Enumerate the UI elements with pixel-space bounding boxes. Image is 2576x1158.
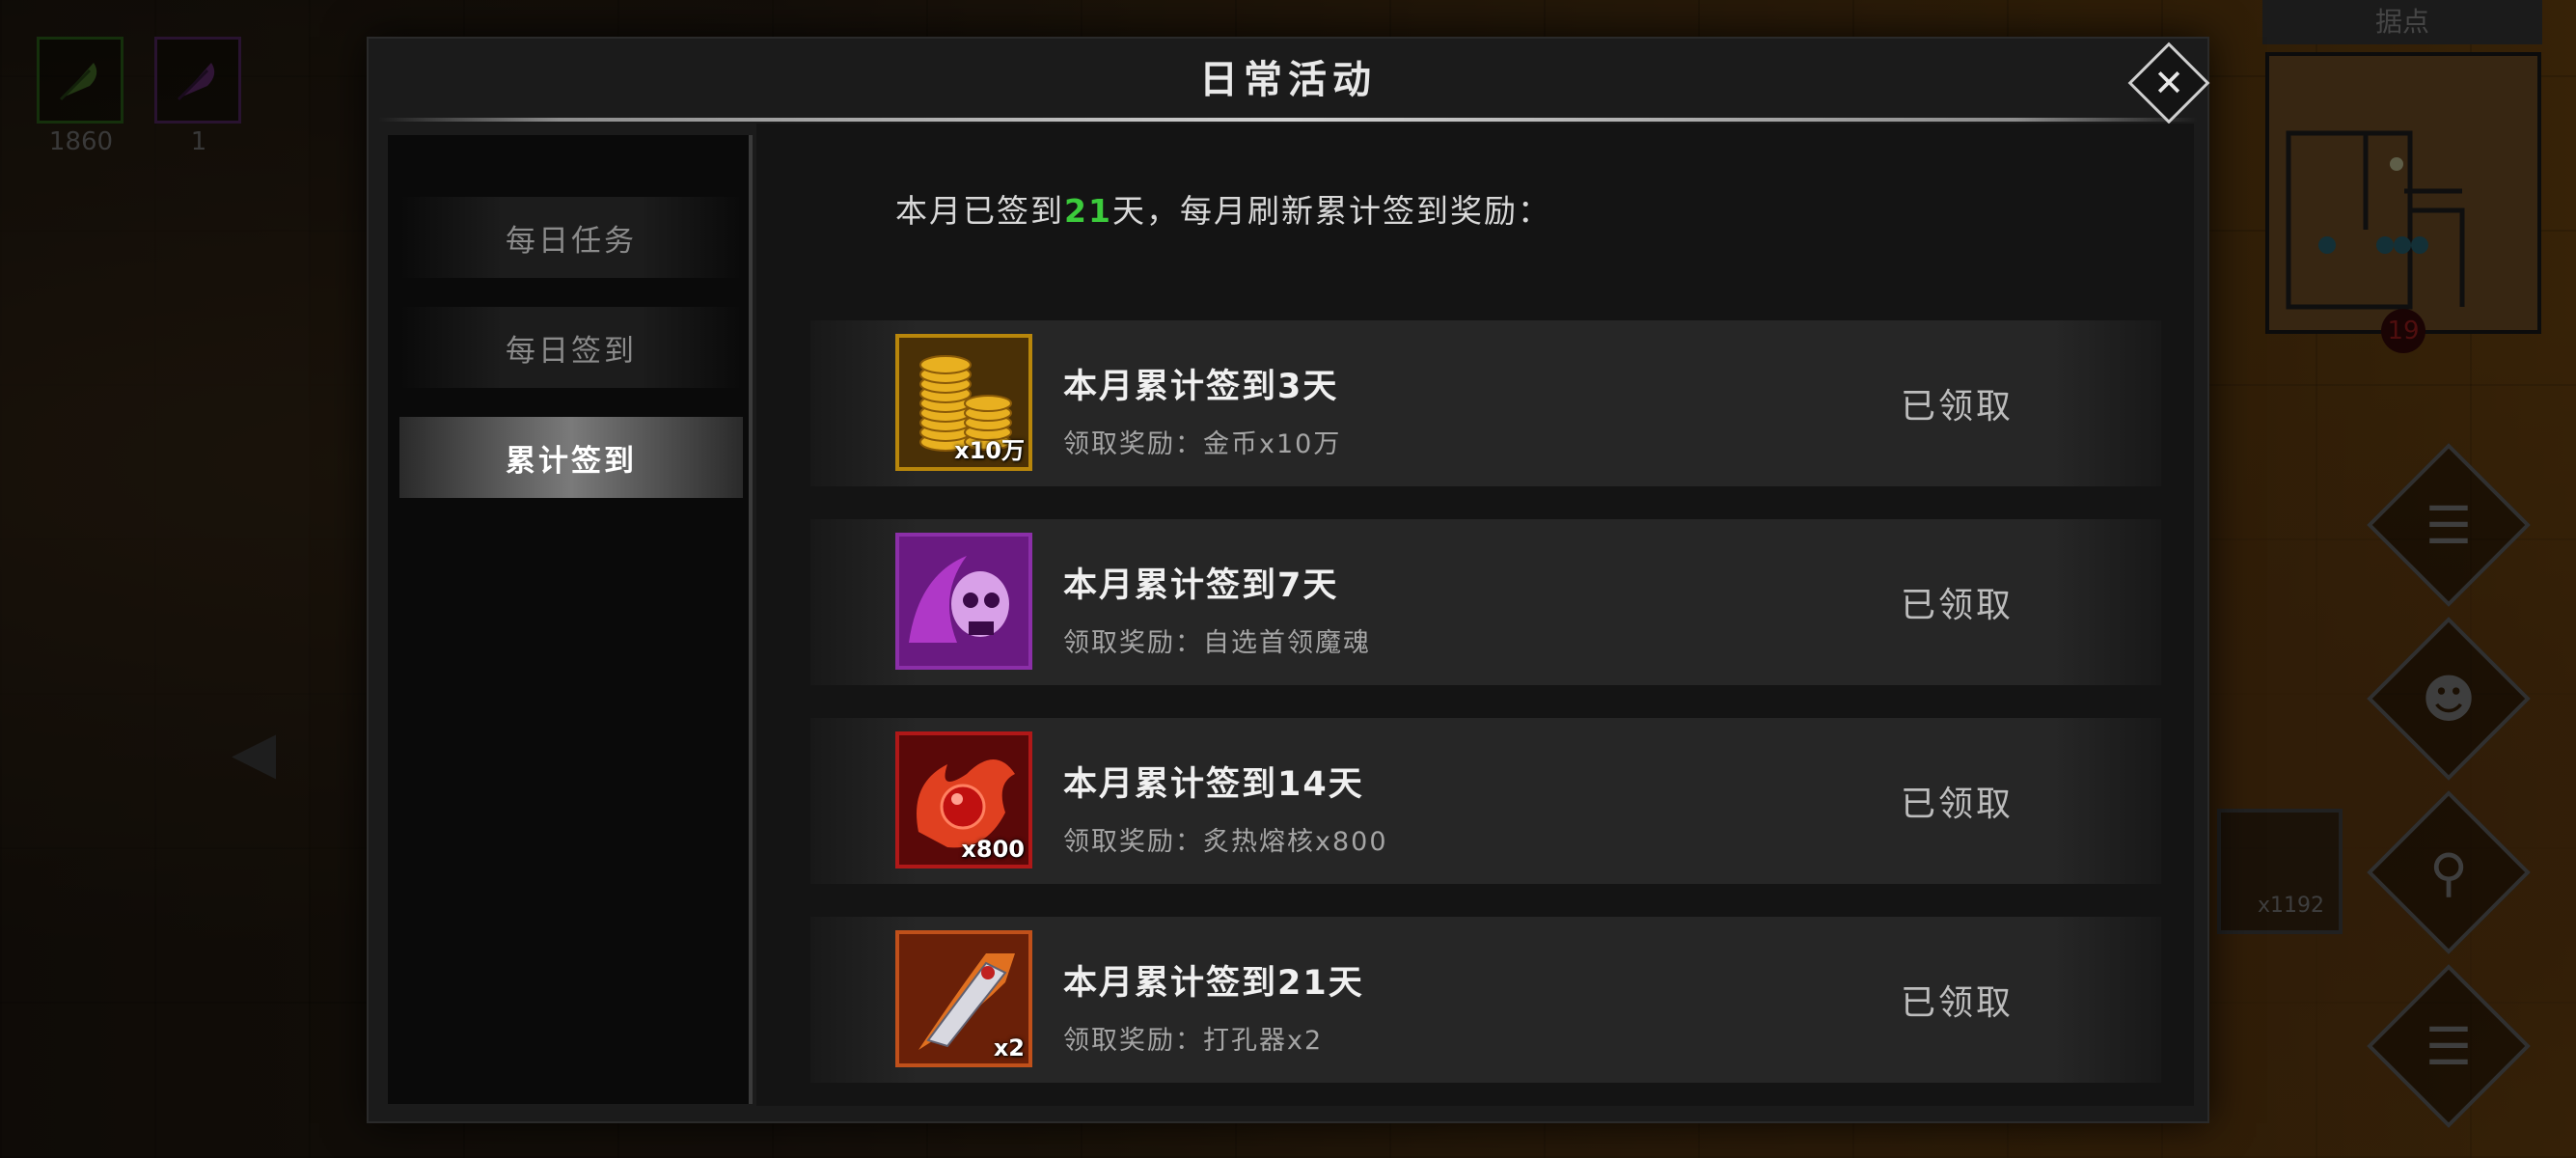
tab-daily-checkin[interactable]: 每日签到: [399, 307, 743, 388]
fire-core-icon: x800: [895, 731, 1032, 868]
reward-title: 本月累计签到21天: [1063, 964, 1364, 1003]
reward-description: 领取奖励：打孔器x2: [1063, 1026, 1324, 1056]
reward-row: x10万 本月累计签到3天 领取奖励：金币x10万 已领取: [810, 320, 2161, 486]
claimed-status: 已领取: [1901, 983, 2014, 1023]
reward-row: x800 本月累计签到14天 领取奖励：炙热熔核x800 已领取: [810, 718, 2161, 884]
reward-row: 本月累计签到7天 领取奖励：自选首领魔魂 已领取: [810, 519, 2161, 685]
daily-activity-modal: 日常活动 ✕ 每日任务 每日签到 累计签到 本月已签到21天，每月刷新累计签到奖…: [367, 37, 2210, 1123]
claimed-status: 已领取: [1901, 785, 2014, 824]
modal-title: 日常活动: [1199, 58, 1377, 102]
tab-daily-tasks[interactable]: 每日任务: [399, 197, 743, 278]
drill-gem-icon: x2: [895, 930, 1032, 1067]
tab-cumulative-checkin[interactable]: 累计签到: [399, 417, 743, 498]
reward-quantity-badge: x2: [993, 1034, 1025, 1062]
reward-title: 本月累计签到14天: [1063, 765, 1364, 804]
title-divider: [378, 118, 2198, 122]
reward-row: x2 本月累计签到21天 领取奖励：打孔器x2 已领取: [810, 917, 2161, 1083]
reward-description: 领取奖励：金币x10万: [1063, 429, 1342, 459]
claimed-status: 已领取: [1901, 387, 2014, 427]
tab-sidebar: 每日任务 每日签到 累计签到: [388, 135, 753, 1104]
gold-coins-icon: x10万: [895, 334, 1032, 471]
close-icon: ✕: [2153, 62, 2184, 104]
reward-title: 本月累计签到3天: [1063, 368, 1339, 406]
checkin-days-count: 21: [1064, 192, 1112, 230]
reward-content-panel: 本月已签到21天，每月刷新累计签到奖励： x10万 本月累计签到3天 领取奖励：…: [756, 124, 2194, 1106]
reward-description: 领取奖励：自选首领魔魂: [1063, 628, 1371, 658]
reward-title: 本月累计签到7天: [1063, 566, 1339, 605]
claimed-status: 已领取: [1901, 586, 2014, 625]
reward-quantity-badge: x800: [961, 836, 1025, 863]
summary-prefix: 本月已签到: [895, 192, 1064, 230]
checkin-summary: 本月已签到21天，每月刷新累计签到奖励：: [895, 185, 1551, 232]
reward-quantity-badge: x10万: [954, 437, 1025, 464]
reward-description: 领取奖励：炙热熔核x800: [1063, 827, 1388, 857]
purple-skull-soul-icon: [895, 533, 1032, 670]
summary-suffix: 天，每月刷新累计签到奖励：: [1111, 192, 1551, 230]
